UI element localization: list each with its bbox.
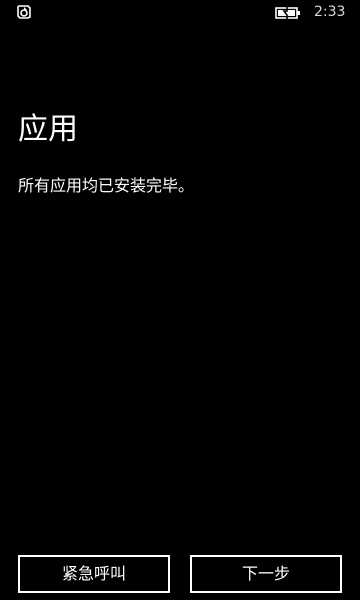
emergency-call-button[interactable]: 紧急呼叫	[18, 555, 170, 593]
status-clock: 2:33	[314, 4, 346, 20]
next-button[interactable]: 下一步	[190, 555, 342, 593]
status-message: 所有应用均已安装完毕。	[18, 176, 195, 195]
page-title: 应用	[18, 112, 78, 147]
battery-charging-icon	[275, 5, 301, 20]
status-bar: 2:33	[0, 0, 360, 26]
wifi-sync-icon	[16, 4, 32, 20]
